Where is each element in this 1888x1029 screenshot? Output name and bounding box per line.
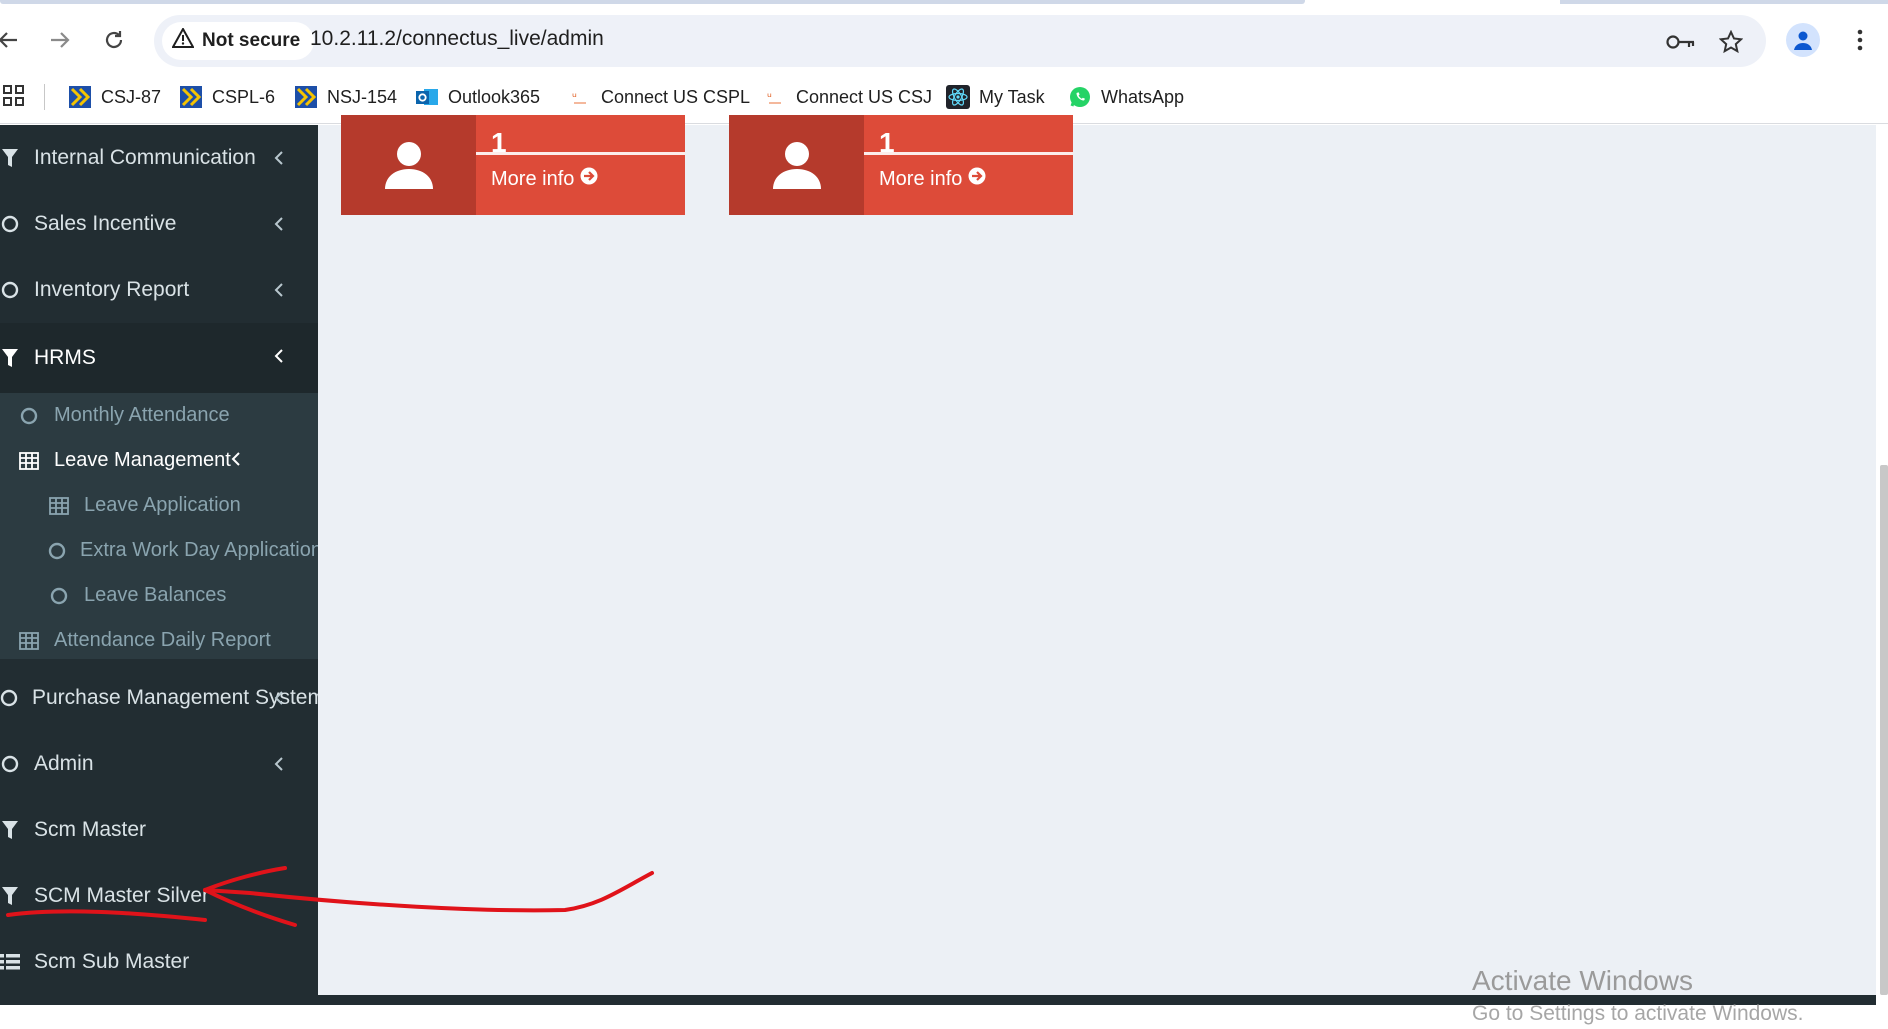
scrollbar-thumb[interactable] (1880, 465, 1888, 995)
sidebar-item-inventory-report[interactable]: Inventory Report (0, 257, 318, 323)
table-icon (48, 496, 70, 515)
jira-logo-icon (68, 85, 92, 109)
arrow-circle-right-icon (580, 167, 598, 191)
sidebar-item-extra-work-day-application[interactable]: Extra Work Day Application (0, 528, 318, 573)
activate-windows-title: Activate Windows (1472, 965, 1693, 996)
sidebar-item-admin[interactable]: Admin (0, 731, 318, 797)
key-icon[interactable] (1666, 27, 1696, 57)
user-icon (341, 115, 476, 215)
more-info-link[interactable]: More info (491, 167, 598, 191)
bookmark-connect-us-cspl[interactable]: ᵘ Connect US CSPL (568, 81, 750, 113)
hrms-submenu: Monthly Attendance Leave Management Leav… (0, 393, 318, 659)
react-logo-icon (946, 85, 970, 109)
connectus-logo-icon: ᵘ (763, 85, 787, 109)
sidebar: Internal Communication Sales Incentive I… (0, 125, 318, 1005)
main-content: 1 More info 1 More info (318, 115, 1876, 995)
connectus-logo-icon: ᵘ (568, 85, 592, 109)
filter-icon (0, 348, 20, 368)
sidebar-item-scm-sub-master[interactable]: Scm Sub Master (0, 929, 318, 995)
svg-text:ᵘ: ᵘ (767, 90, 772, 104)
security-chip[interactable]: Not secure (162, 22, 315, 60)
circle-icon (0, 215, 20, 233)
more-info-link[interactable]: More info (879, 167, 986, 191)
bookmark-whatsapp[interactable]: WhatsApp (1068, 81, 1184, 113)
list-icon (0, 953, 20, 971)
apps-grid-icon[interactable] (2, 84, 26, 108)
chevron-left-icon (268, 753, 290, 775)
jira-logo-icon (294, 85, 318, 109)
arrow-circle-right-icon (968, 167, 986, 191)
sidebar-item-hrms[interactable]: HRMS (0, 323, 318, 393)
table-icon (18, 451, 40, 470)
sidebar-item-scm-master-silver[interactable]: SCM Master Silver (0, 863, 318, 929)
profile-avatar-icon[interactable] (1786, 23, 1820, 57)
user-icon (729, 115, 864, 215)
circle-icon (48, 587, 70, 605)
bookmark-my-task[interactable]: My Task (946, 81, 1045, 113)
chevron-left-icon (268, 345, 290, 367)
table-icon (18, 631, 40, 650)
forward-icon[interactable] (42, 22, 78, 58)
browser-toolbar: Not secure 10.2.11.2/connectus_live/admi… (0, 4, 1888, 76)
sidebar-item-attendance-daily-report[interactable]: Attendance Daily Report (0, 618, 318, 663)
circle-icon (0, 689, 18, 707)
chevron-left-icon (268, 279, 290, 301)
security-label: Not secure (202, 30, 301, 51)
bookmark-connect-us-csj[interactable]: ᵘ Connect US CSJ (763, 81, 932, 113)
star-icon[interactable] (1716, 27, 1746, 57)
warning-icon (171, 26, 195, 54)
circle-icon (18, 407, 40, 425)
chevron-left-icon (231, 449, 241, 472)
address-bar[interactable]: Not secure 10.2.11.2/connectus_live/admi… (154, 15, 1766, 67)
sidebar-item-scm-master[interactable]: Scm Master (0, 797, 318, 863)
chevron-left-icon (268, 213, 290, 235)
whatsapp-logo-icon (1068, 85, 1092, 109)
filter-icon (0, 886, 20, 906)
bookmark-csj-87[interactable]: CSJ-87 (68, 81, 161, 113)
info-box: 1 More info (729, 115, 1073, 215)
url-text[interactable]: 10.2.11.2/connectus_live/admin (310, 27, 604, 51)
circle-icon (48, 542, 66, 560)
bookmark-nsj-154[interactable]: NSJ-154 (294, 81, 397, 113)
sidebar-item-leave-management[interactable]: Leave Management (0, 438, 318, 483)
bookmark-cspl-6[interactable]: CSPL-6 (179, 81, 275, 113)
sidebar-item-leave-balances[interactable]: Leave Balances (0, 573, 318, 618)
kebab-menu-icon[interactable] (1848, 22, 1872, 58)
info-box: 1 More info (341, 115, 685, 215)
bookmark-outlook365[interactable]: Outlook365 (415, 81, 540, 113)
sidebar-item-purchase-management-system[interactable]: Purchase Management System (0, 665, 318, 731)
filter-icon (0, 820, 20, 840)
outlook-logo-icon (415, 85, 439, 109)
sidebar-item-sales-incentive[interactable]: Sales Incentive (0, 191, 318, 257)
svg-text:ᵘ: ᵘ (572, 90, 577, 104)
activate-windows-subtitle: Go to Settings to activate Windows. (1472, 1002, 1804, 1025)
sidebar-item-monthly-attendance[interactable]: Monthly Attendance (0, 393, 318, 438)
jira-logo-icon (179, 85, 203, 109)
sidebar-item-internal-communication[interactable]: Internal Communication (0, 125, 318, 191)
circle-icon (0, 755, 20, 773)
back-icon[interactable] (0, 22, 26, 58)
reload-icon[interactable] (96, 22, 132, 58)
admin-page: Internal Communication Sales Incentive I… (0, 115, 1888, 1029)
sidebar-item-leave-application[interactable]: Leave Application (0, 483, 318, 528)
chevron-left-icon (268, 687, 290, 709)
circle-icon (0, 281, 20, 299)
chevron-left-icon (268, 147, 290, 169)
filter-icon (0, 148, 20, 168)
